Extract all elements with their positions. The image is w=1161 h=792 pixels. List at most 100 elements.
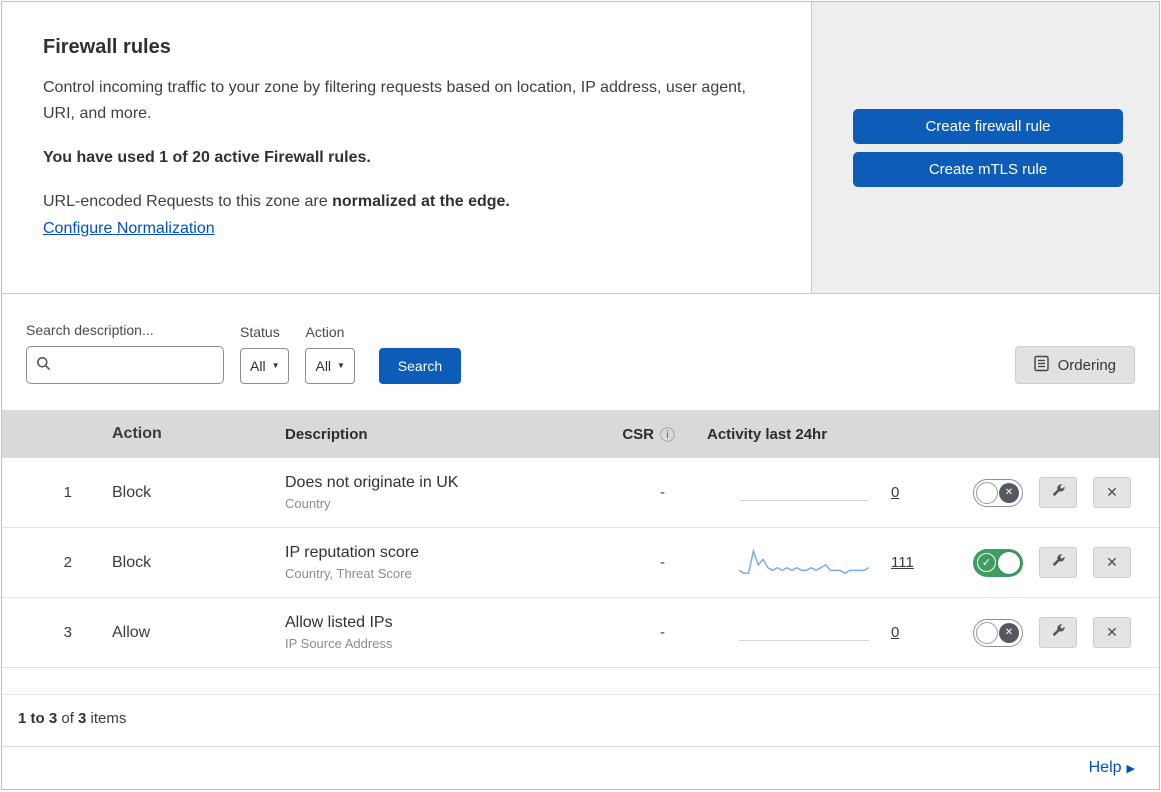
page-description: Control incoming traffic to your zone by… [43,79,746,122]
filter-bar: Search description... Status All ▼ Actio… [2,294,1159,410]
column-header-csr: CSR ⓘ [579,424,699,445]
activity-count-link[interactable]: 0 [891,484,899,501]
table-row: 3 Allow Allow listed IPs IP Source Addre… [2,598,1159,668]
close-icon: ✕ [1106,554,1118,570]
action-filter-group: Action All ▼ [305,324,355,384]
wrench-icon [1050,483,1066,502]
ordering-list-icon [1033,355,1049,376]
summary-range: 1 to 3 [18,710,58,727]
rule-description: IP reputation score [285,544,420,561]
search-input-wrapper [26,346,224,384]
enable-toggle[interactable]: ✓ ✕ [973,478,1023,507]
header-actions-panel: Create firewall rule Create mTLS rule [812,2,1159,293]
search-input[interactable] [26,346,224,384]
pagination-summary: 1 to 3 of 3 items [2,694,1159,742]
search-icon [36,356,52,377]
rule-csr-value: - [660,624,665,641]
delete-rule-button[interactable]: ✕ [1093,547,1131,578]
status-label: Status [240,324,280,340]
check-icon: ✓ [977,552,996,572]
help-bar: Help ▶ [2,746,1159,789]
create-mtls-rule-button[interactable]: Create mTLS rule [853,151,1123,187]
usage-summary: You have used 1 of 20 active Firewall ru… [43,149,371,166]
rule-description: Does not originate in UK [285,474,459,491]
wrench-icon [1050,623,1066,642]
rule-fields: Country, Threat Score [285,566,412,581]
rule-priority: 1 [63,484,72,501]
action-label: Action [305,324,345,340]
rule-controls: ✓ ✕ ✕ [959,477,1159,508]
ordering-button-label: Ordering [1057,356,1116,374]
toggle-knob [976,621,998,644]
activity-count-link[interactable]: 111 [891,554,914,571]
rule-csr-value: - [660,484,665,501]
summary-items: items [86,710,127,727]
toggle-knob [976,481,998,504]
rule-controls: ✓ ✕ ✕ [959,547,1159,578]
header-info: Firewall rules Control incoming traffic … [2,2,812,293]
rule-fields: IP Source Address [285,636,393,651]
column-header-action: Action [112,425,162,442]
activity-sparkline [739,546,869,580]
delete-rule-button[interactable]: ✕ [1093,477,1131,508]
enable-toggle[interactable]: ✓ ✕ [973,618,1023,647]
page-title: Firewall rules [43,36,171,58]
action-dropdown[interactable]: All ▼ [305,348,355,384]
help-link-label: Help [1088,759,1122,776]
rule-description-cell: Allow listed IPs IP Source Address [262,614,579,651]
x-icon: ✕ [999,482,1019,503]
rule-description: Allow listed IPs [285,614,393,631]
rule-activity-cell: 111 [699,546,959,580]
firewall-rules-page: Firewall rules Control incoming traffic … [1,1,1160,790]
edit-rule-button[interactable] [1039,617,1077,648]
help-arrow-icon: ▶ [1126,763,1135,775]
toggle-knob [998,551,1020,574]
info-icon[interactable]: ⓘ [660,424,675,445]
create-firewall-rule-button[interactable]: Create firewall rule [853,108,1123,144]
close-icon: ✕ [1106,484,1118,500]
search-label: Search description... [26,322,154,338]
header-section: Firewall rules Control incoming traffic … [2,2,1159,294]
normalization-bold: normalized at the edge. [332,193,510,210]
status-filter-group: Status All ▼ [240,324,290,384]
ordering-button[interactable]: Ordering [1014,346,1135,384]
help-link[interactable]: Help ▶ [1089,759,1135,776]
rule-action: Allow [112,623,151,641]
status-dropdown[interactable]: All ▼ [240,348,290,384]
rule-activity-cell: 0 [699,484,959,501]
activity-count-link[interactable]: 0 [891,624,899,641]
action-dropdown-value: All [315,358,332,374]
search-button[interactable]: Search [378,348,461,384]
configure-normalization-link[interactable]: Configure Normalization [43,220,215,237]
delete-rule-button[interactable]: ✕ [1093,617,1131,648]
enable-toggle[interactable]: ✓ ✕ [973,548,1023,577]
chevron-down-icon: ▼ [337,361,345,370]
csr-header-label: CSR [622,425,654,443]
close-icon: ✕ [1106,624,1118,640]
rule-csr-value: - [660,554,665,571]
rule-priority: 3 [63,624,72,641]
normalization-note: URL-encoded Requests to this zone are no… [43,193,771,211]
column-header-description: Description [285,425,368,443]
rule-controls: ✓ ✕ ✕ [959,617,1159,648]
rule-action: Block [112,553,152,571]
wrench-icon [1050,553,1066,572]
rule-action: Block [112,483,152,501]
edit-rule-button[interactable] [1039,547,1077,578]
normalization-text: URL-encoded Requests to this zone are [43,193,333,210]
edit-rule-button[interactable] [1039,477,1077,508]
rule-priority: 2 [63,554,72,571]
x-icon: ✕ [999,622,1019,643]
table-row: 2 Block IP reputation score Country, Thr… [2,528,1159,598]
column-header-activity: Activity last 24hr [707,425,828,443]
activity-sparkline-empty [739,484,869,501]
summary-of: of [57,710,79,727]
rule-fields: Country [285,496,331,511]
activity-sparkline-empty [739,624,869,641]
rule-activity-cell: 0 [699,624,959,641]
status-dropdown-value: All [250,358,266,374]
chevron-down-icon: ▼ [271,361,280,370]
table-header: Action Description CSR ⓘ Activity last 2… [2,410,1159,458]
search-group: Search description... [26,322,224,384]
rule-description-cell: Does not originate in UK Country [262,474,579,511]
